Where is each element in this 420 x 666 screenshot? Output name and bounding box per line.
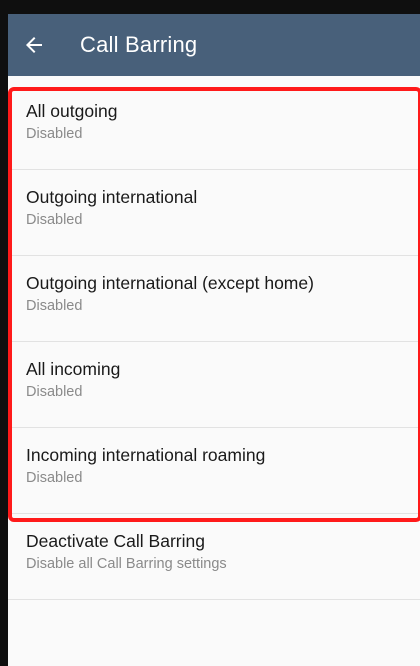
list-item-subtitle: Disabled [26,212,83,228]
list-item-deactivate-call-barring[interactable]: Deactivate Call Barring Disable all Call… [8,514,420,600]
back-button[interactable] [8,14,60,76]
list-item-subtitle: Disabled [26,470,83,486]
app-bar: Call Barring [8,14,420,76]
list-item-outgoing-international-except-home[interactable]: Outgoing international (except home) Dis… [8,256,420,342]
list-item-subtitle: Disabled [26,298,83,314]
list-item-incoming-international-roaming[interactable]: Incoming international roaming Disabled [8,428,420,514]
list-item-title: Deactivate Call Barring [26,531,205,551]
call-barring-screen: Call Barring All outgoing Disabled Outgo… [8,14,420,666]
list-item-outgoing-international[interactable]: Outgoing international Disabled [8,170,420,256]
settings-list: All outgoing Disabled Outgoing internati… [8,84,420,600]
device-frame: Call Barring All outgoing Disabled Outgo… [0,0,420,666]
page-title: Call Barring [80,32,198,57]
list-item-title: All outgoing [26,101,118,121]
list-item-title: Outgoing international [26,187,198,207]
list-item-all-outgoing[interactable]: All outgoing Disabled [8,84,420,170]
list-item-subtitle: Disabled [26,384,83,400]
list-item-title: Incoming international roaming [26,445,266,465]
list-item-subtitle: Disable all Call Barring settings [26,556,227,572]
list-item-title: All incoming [26,359,121,379]
list-item-title: Outgoing international (except home) [26,273,314,293]
arrow-left-icon [26,37,42,53]
list-item-subtitle: Disabled [26,126,83,142]
list-item-all-incoming[interactable]: All incoming Disabled [8,342,420,428]
